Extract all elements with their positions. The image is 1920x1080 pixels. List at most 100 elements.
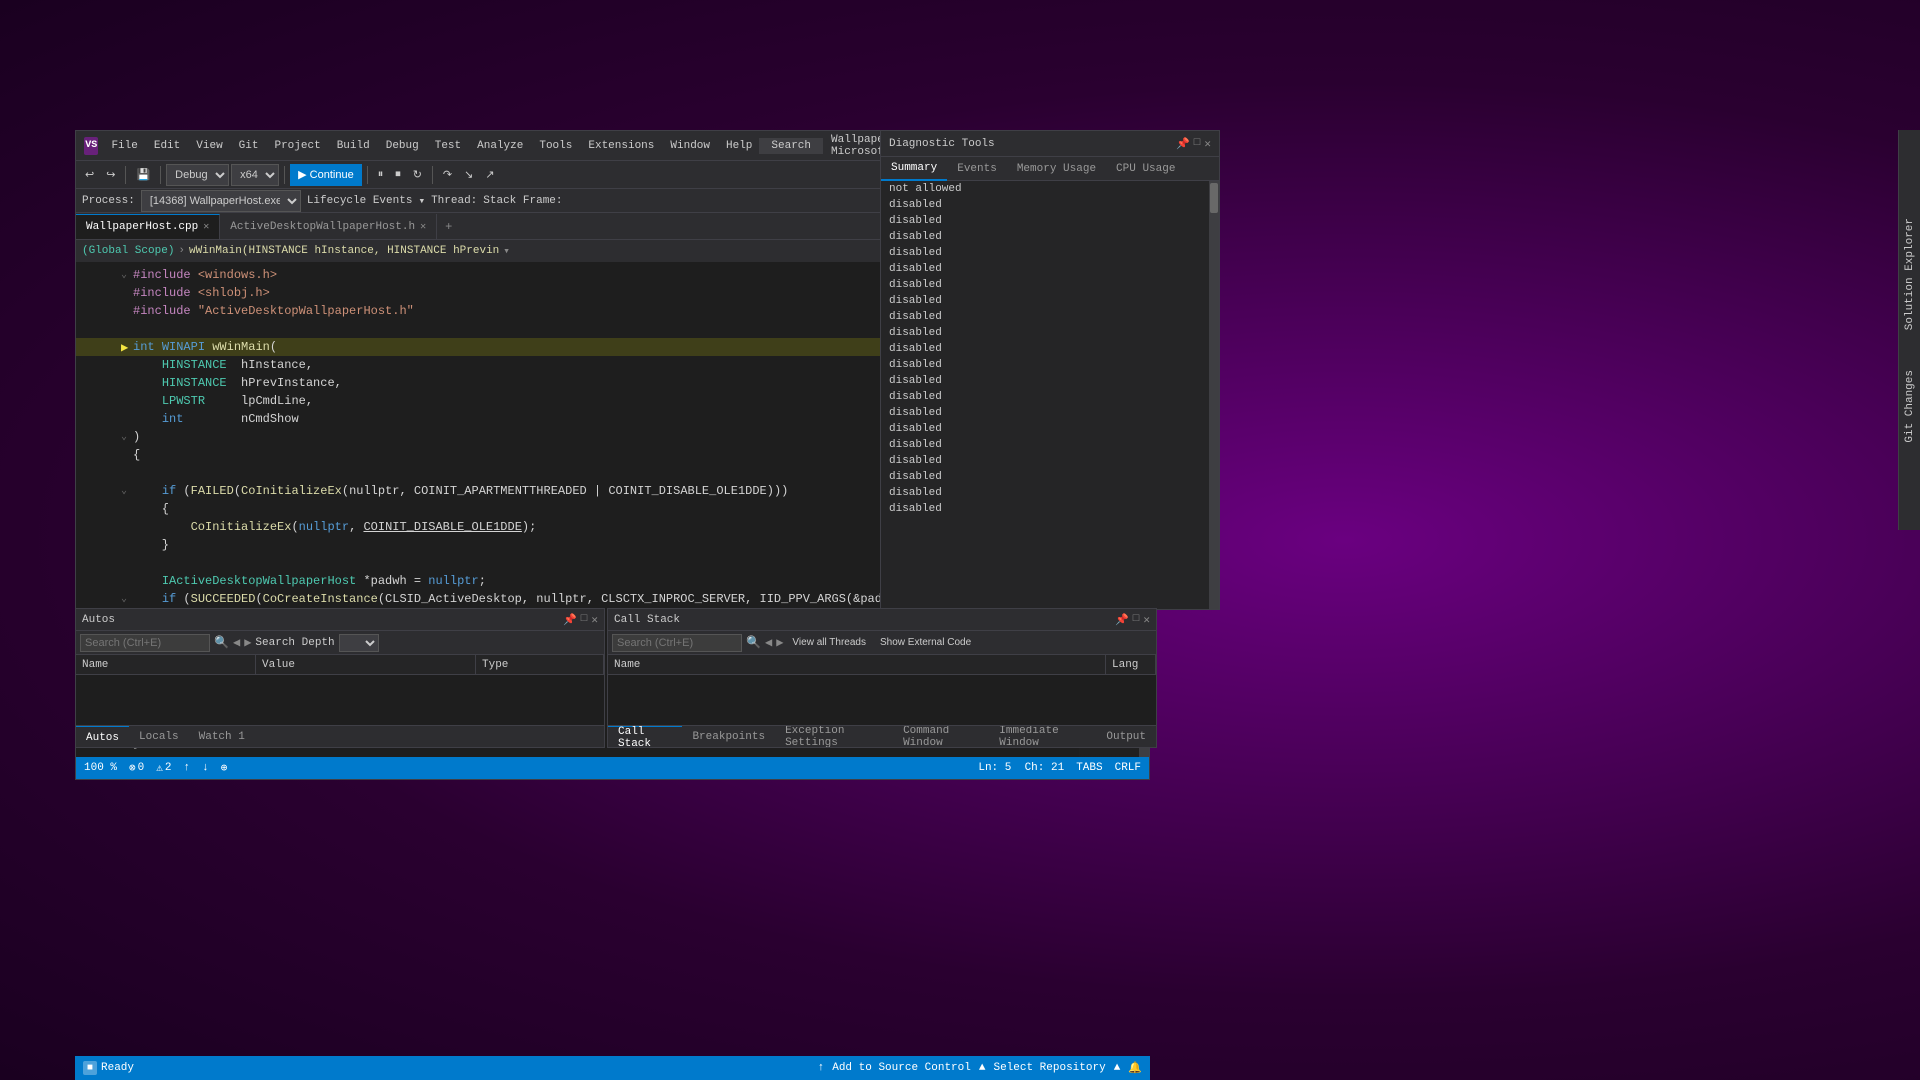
- notification-icon[interactable]: 🔔: [1128, 1061, 1142, 1075]
- tab-exception-settings[interactable]: Exception Settings: [775, 726, 893, 747]
- process-dropdown[interactable]: [14368] WallpaperHost.exe: [141, 190, 301, 212]
- callstack-nav-forward[interactable]: ▶: [776, 635, 783, 650]
- menu-test[interactable]: Test: [428, 137, 468, 155]
- pause-button[interactable]: ⏸: [373, 164, 389, 186]
- source-arrow: ▲: [979, 1062, 986, 1074]
- diag-item-6: disabled: [881, 277, 1209, 293]
- diag-item-8: disabled: [881, 309, 1209, 325]
- solution-explorer-tab[interactable]: Solution Explorer: [1902, 208, 1918, 340]
- tab-command-window[interactable]: Command Window: [893, 726, 989, 747]
- lifecycle-label: Lifecycle Events: [307, 195, 413, 207]
- diag-item-12: disabled: [881, 373, 1209, 389]
- autos-search-input[interactable]: [80, 634, 210, 652]
- callstack-title: Call Stack: [614, 614, 680, 626]
- diag-pin-icon[interactable]: 📌: [1176, 137, 1190, 151]
- breadcrumb-sep: ›: [178, 245, 185, 257]
- autos-close-icon[interactable]: ✕: [591, 613, 598, 627]
- continue-button[interactable]: ▶ Continue: [290, 164, 362, 186]
- menu-edit[interactable]: Edit: [147, 137, 187, 155]
- autos-expand-icon[interactable]: □: [581, 613, 588, 627]
- undo-button[interactable]: ↩: [80, 164, 99, 186]
- step-out-button[interactable]: ↗: [480, 164, 499, 186]
- callstack-pin-icon[interactable]: 📌: [1115, 613, 1129, 627]
- menu-extensions[interactable]: Extensions: [581, 137, 661, 155]
- up-arrow-icon[interactable]: ↑: [183, 762, 190, 774]
- sep4: [367, 166, 368, 184]
- platform-dropdown[interactable]: x64: [231, 164, 279, 186]
- tab-autos[interactable]: Autos: [76, 726, 129, 748]
- new-tab-button[interactable]: +: [437, 214, 460, 239]
- autos-panel: Autos 📌 □ ✕ 🔍 ◀ ▶ Search Depth Name Valu…: [75, 608, 605, 748]
- tab-watch1[interactable]: Watch 1: [189, 726, 255, 748]
- warning-indicator: ⚠ 2: [156, 761, 171, 775]
- autos-title-bar: Autos 📌 □ ✕: [76, 609, 604, 631]
- autos-nav-forward[interactable]: ▶: [244, 635, 251, 650]
- diag-item-18: disabled: [881, 469, 1209, 485]
- menu-debug[interactable]: Debug: [379, 137, 426, 155]
- menu-help[interactable]: Help: [719, 137, 759, 155]
- lifecycle-arrow: ▾: [418, 194, 425, 208]
- search-label[interactable]: Search: [759, 138, 823, 154]
- callstack-col-lang: Lang: [1106, 655, 1156, 674]
- add-to-source-button[interactable]: Add to Source Control: [832, 1062, 971, 1074]
- autos-content[interactable]: [76, 675, 604, 725]
- select-repository-button[interactable]: Select Repository: [993, 1062, 1105, 1074]
- tab-close-0[interactable]: ✕: [203, 221, 209, 233]
- diag-close-icon[interactable]: ✕: [1204, 137, 1211, 151]
- tab-close-1[interactable]: ✕: [420, 221, 426, 233]
- autos-bottom-tabs: Autos Locals Watch 1: [76, 725, 604, 747]
- tab-memory-usage[interactable]: Memory Usage: [1007, 157, 1106, 181]
- tab-immediate-window[interactable]: Immediate Window: [989, 726, 1096, 747]
- process-label: Process:: [82, 195, 135, 207]
- menu-build[interactable]: Build: [330, 137, 377, 155]
- callstack-bottom-tabs: Call Stack Breakpoints Exception Setting…: [608, 725, 1156, 747]
- menu-git[interactable]: Git: [232, 137, 266, 155]
- diag-expand-icon[interactable]: □: [1194, 137, 1201, 151]
- show-external-code-button[interactable]: Show External Code: [875, 632, 976, 654]
- restart-button[interactable]: ↻: [408, 164, 427, 186]
- menu-window[interactable]: Window: [663, 137, 717, 155]
- debug-config-dropdown[interactable]: Debug: [166, 164, 229, 186]
- tab-summary[interactable]: Summary: [881, 157, 947, 181]
- callstack-table-header: Name Lang: [608, 655, 1156, 675]
- tab-label-0: WallpaperHost.cpp: [86, 221, 198, 233]
- tab-cpu-usage[interactable]: CPU Usage: [1106, 157, 1185, 181]
- menu-file[interactable]: File: [104, 137, 144, 155]
- autos-pin-icon[interactable]: 📌: [563, 613, 577, 627]
- diagnostic-scrollbar[interactable]: [1209, 181, 1219, 609]
- repo-arrow: ▲: [1114, 1062, 1121, 1074]
- view-all-threads-button[interactable]: View all Threads: [787, 632, 871, 654]
- down-arrow-icon[interactable]: ↓: [202, 762, 209, 774]
- callstack-expand-icon[interactable]: □: [1133, 613, 1140, 627]
- save-button[interactable]: 💾: [131, 164, 155, 186]
- menu-tools[interactable]: Tools: [532, 137, 579, 155]
- tab-wallpaperhost-cpp[interactable]: WallpaperHost.cpp ✕: [76, 214, 220, 239]
- tab-locals[interactable]: Locals: [129, 726, 189, 748]
- git-changes-tab[interactable]: Git Changes: [1902, 360, 1918, 453]
- tab-events[interactable]: Events: [947, 157, 1007, 181]
- step-in-button[interactable]: ↘: [459, 164, 478, 186]
- step-over-button[interactable]: ↷: [438, 164, 457, 186]
- callstack-search-input[interactable]: [612, 634, 742, 652]
- menu-project[interactable]: Project: [267, 137, 327, 155]
- callstack-content[interactable]: [608, 675, 1156, 725]
- autos-depth-select[interactable]: [339, 634, 379, 652]
- callstack-nav-back[interactable]: ◀: [765, 635, 772, 650]
- tab-breakpoints[interactable]: Breakpoints: [682, 726, 775, 747]
- tab-callstack[interactable]: Call Stack: [608, 726, 682, 747]
- callstack-search-icon[interactable]: 🔍: [746, 635, 761, 650]
- up-icon[interactable]: ↑: [818, 1062, 825, 1074]
- autos-nav-back[interactable]: ◀: [233, 635, 240, 650]
- redo-button[interactable]: ↪: [101, 164, 120, 186]
- menu-view[interactable]: View: [189, 137, 229, 155]
- vs-logo: VS: [84, 137, 98, 155]
- nav-icon[interactable]: ⊕: [221, 761, 228, 775]
- tab-activedesktop-h[interactable]: ActiveDesktopWallpaperHost.h ✕: [220, 214, 437, 239]
- stop-button[interactable]: ⏹: [390, 164, 406, 186]
- menu-analyze[interactable]: Analyze: [470, 137, 530, 155]
- tab-output[interactable]: Output: [1096, 726, 1156, 747]
- autos-col-value: Value: [256, 655, 476, 674]
- callstack-close-icon[interactable]: ✕: [1143, 613, 1150, 627]
- ready-icon: ■: [83, 1061, 97, 1075]
- autos-search-icon[interactable]: 🔍: [214, 635, 229, 650]
